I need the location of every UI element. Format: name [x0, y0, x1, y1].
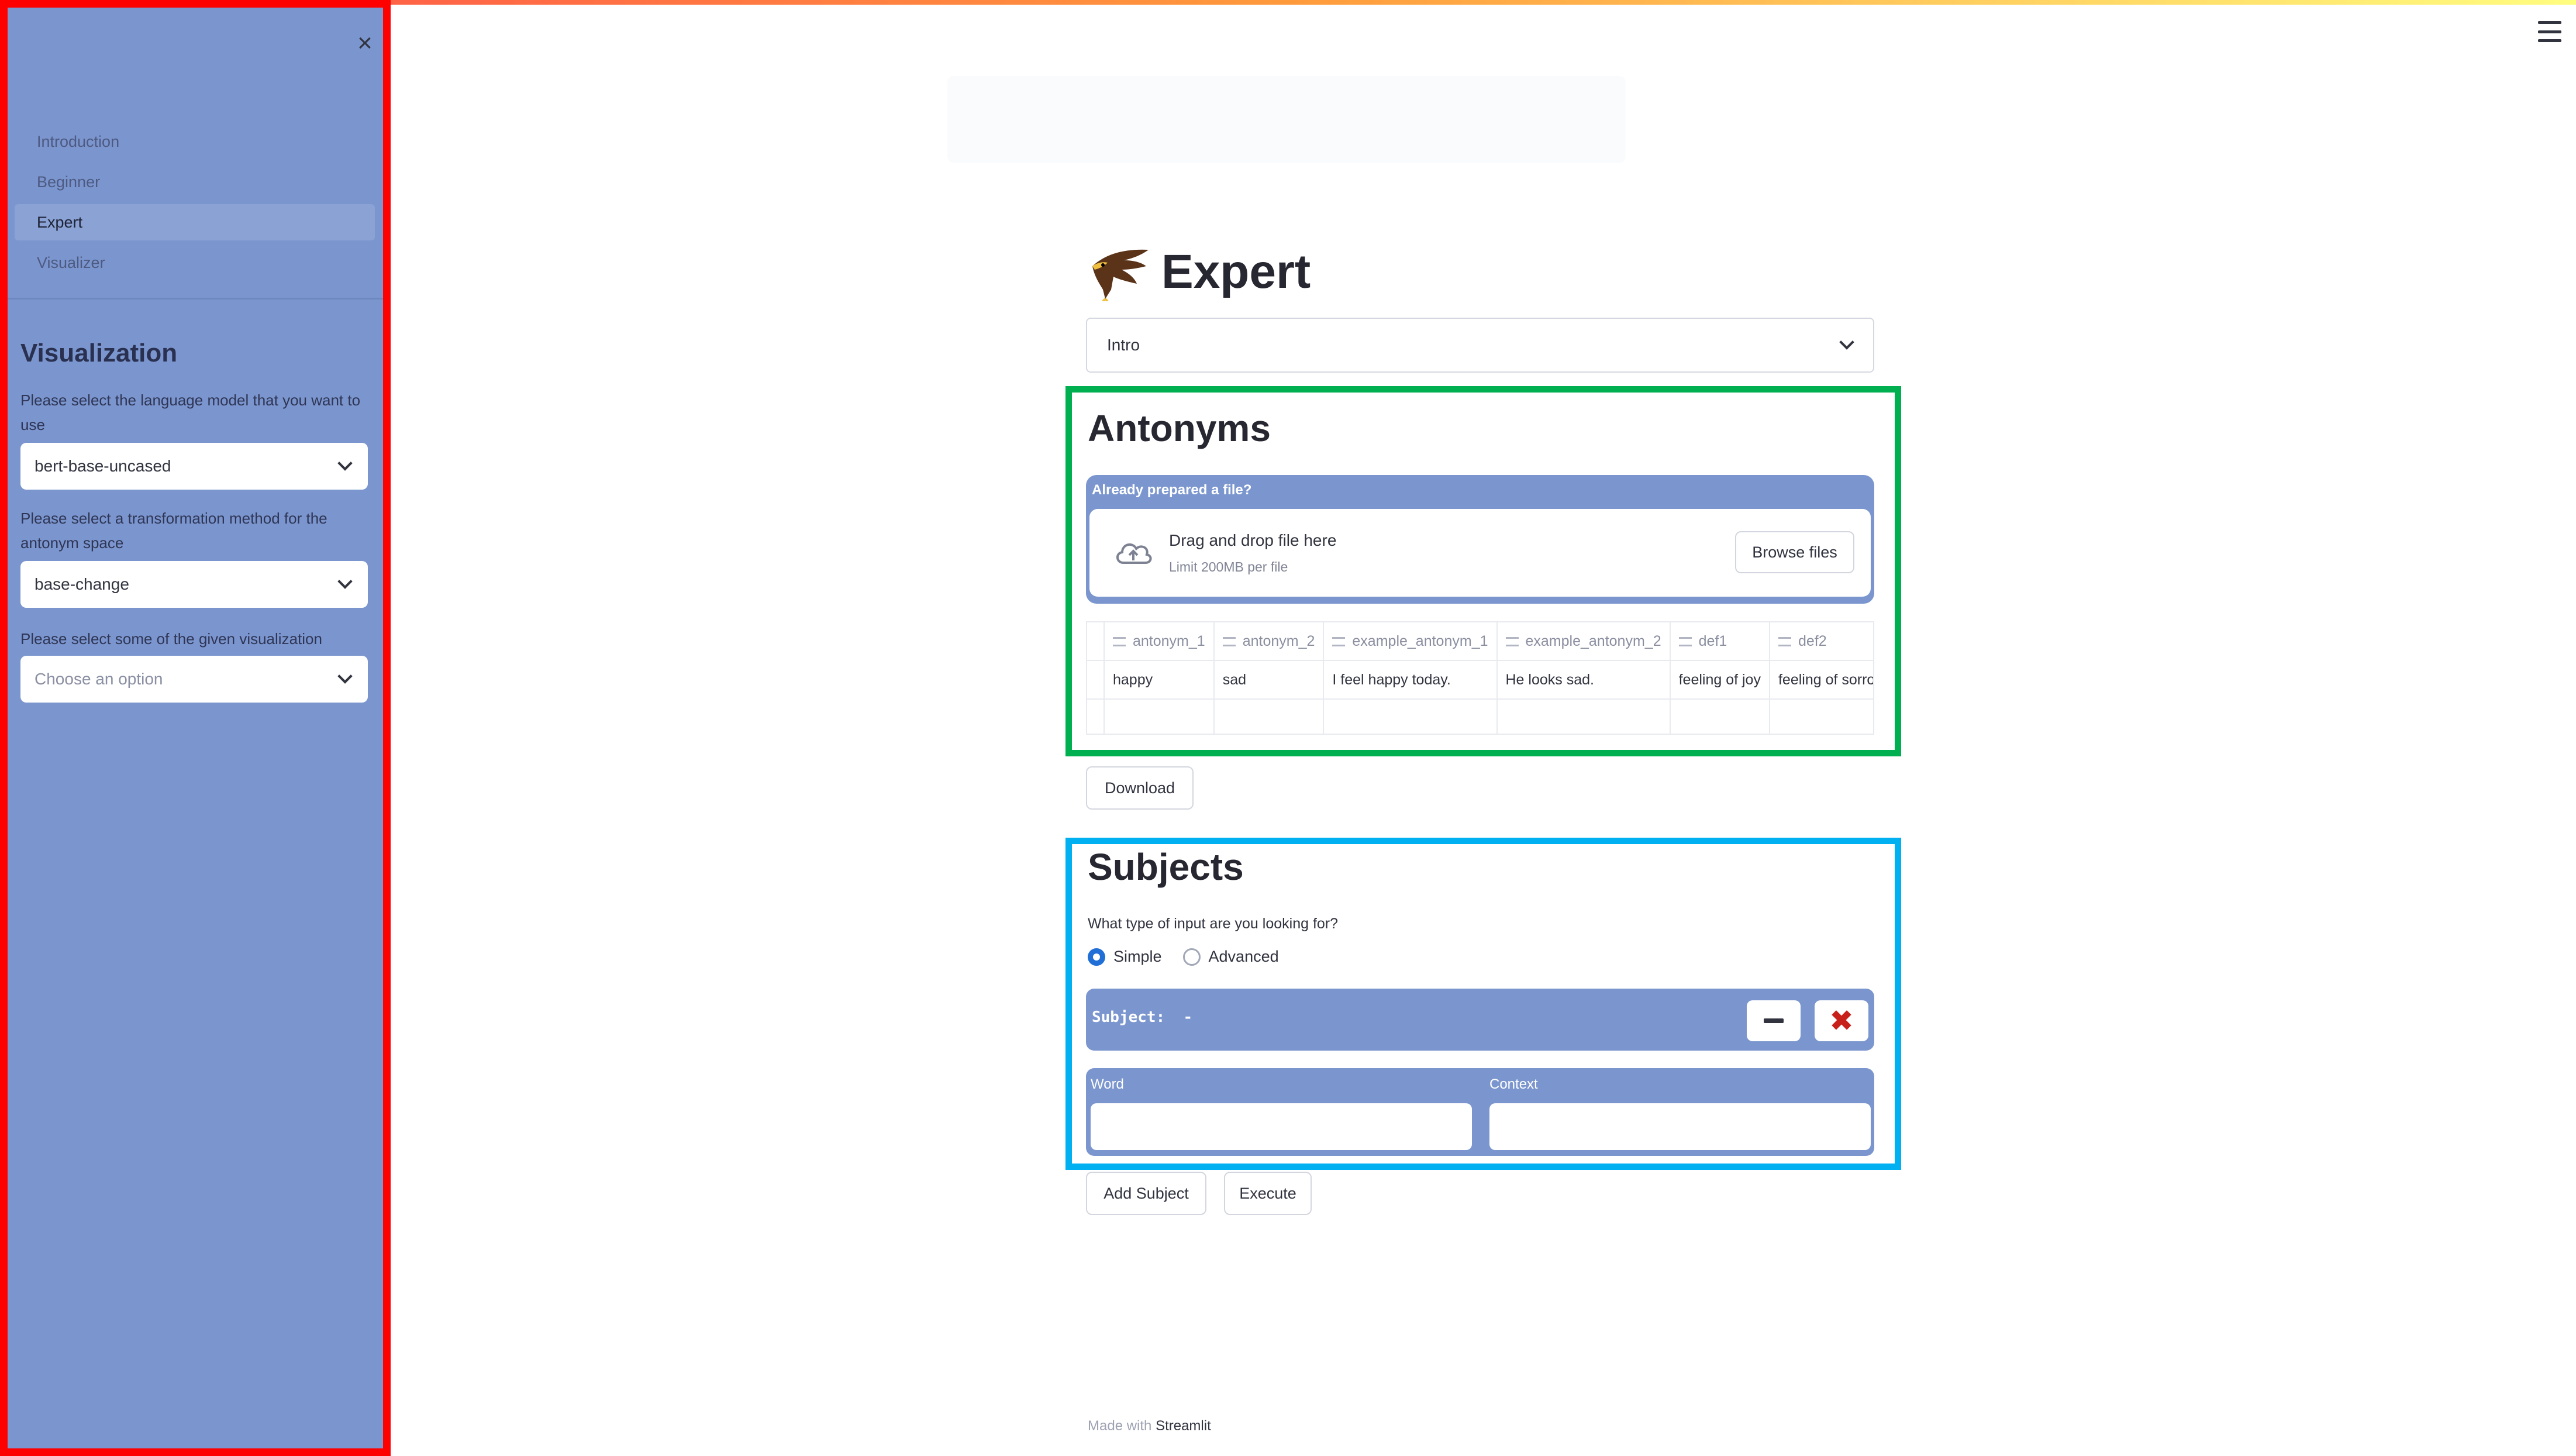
- table-row: happy sad I feel happy today. He looks s…: [1087, 660, 1873, 700]
- column-header[interactable]: example_antonym_2: [1496, 622, 1671, 661]
- text-column-icon: [1332, 636, 1346, 646]
- subjects-heading: Subjects: [1088, 846, 1244, 888]
- word-label: Word: [1091, 1076, 1124, 1092]
- model-select-value: bert-base-uncased: [35, 457, 171, 475]
- subject-fields-panel: Word Context: [1086, 1068, 1874, 1156]
- text-column-icon: [1505, 636, 1519, 646]
- model-select-label: Please select the language model that yo…: [20, 391, 361, 433]
- minus-icon: [1764, 1018, 1784, 1023]
- collapse-subject-button[interactable]: [1747, 1000, 1801, 1041]
- eagle-logo-icon: [1092, 249, 1149, 301]
- sidebar-item-visualizer[interactable]: Visualizer: [15, 245, 375, 281]
- transform-select-value: base-change: [35, 575, 129, 593]
- table-cell[interactable]: happy: [1104, 660, 1215, 700]
- file-limit-text: Limit 200MB per file: [1169, 559, 1288, 574]
- input-type-question: What type of input are you looking for?: [1088, 915, 1339, 932]
- subject-label: Subject: -: [1092, 1008, 1193, 1026]
- transform-select[interactable]: base-change: [20, 561, 368, 608]
- table-cell[interactable]: feeling of sorrow: [1769, 660, 1873, 700]
- antonyms-heading: Antonyms: [1088, 407, 1271, 449]
- page-section-select-value: Intro: [1107, 336, 1140, 354]
- radio-advanced[interactable]: Advanced: [1182, 948, 1279, 966]
- download-button[interactable]: Download: [1086, 766, 1194, 810]
- row-index-header: [1087, 622, 1105, 661]
- table-cell[interactable]: sad: [1213, 660, 1325, 700]
- table-row-new[interactable]: [1087, 699, 1873, 734]
- sidebar-nav: Introduction Beginner Expert Visualizer: [15, 123, 375, 285]
- model-select[interactable]: bert-base-uncased: [20, 443, 368, 490]
- chevron-down-icon: [337, 456, 353, 471]
- footer-made-with: Made with: [1088, 1418, 1152, 1434]
- table-cell[interactable]: I feel happy today.: [1323, 660, 1498, 700]
- table-cell[interactable]: feeling of joy: [1670, 660, 1770, 700]
- chevron-down-icon: [337, 669, 353, 684]
- column-header[interactable]: def2: [1769, 622, 1873, 661]
- cloud-upload-icon: [1116, 543, 1152, 564]
- hamburger-menu-icon[interactable]: [2538, 21, 2561, 42]
- file-uploader: Already prepared a file? Drag and drop f…: [1086, 475, 1874, 604]
- drag-drop-text: Drag and drop file here: [1169, 531, 1337, 549]
- word-input[interactable]: [1091, 1103, 1472, 1150]
- column-header[interactable]: def1: [1670, 622, 1770, 661]
- page-title: Expert: [1161, 245, 1311, 298]
- input-type-radio-group: Simple Advanced: [1088, 948, 1300, 966]
- radio-simple[interactable]: Simple: [1088, 948, 1162, 966]
- sidebar-item-beginner[interactable]: Beginner: [15, 164, 375, 200]
- transform-select-label: Please select a transformation method fo…: [20, 510, 327, 552]
- table-cell[interactable]: He looks sad.: [1496, 660, 1671, 700]
- chevron-down-icon: [1839, 335, 1854, 350]
- antonyms-data-grid[interactable]: antonym_1 antonym_2 example_antonym_1 ex…: [1086, 621, 1874, 735]
- close-icon: ✖: [1829, 1004, 1854, 1037]
- page-section-select[interactable]: Intro: [1086, 318, 1874, 373]
- visualization-options-multiselect[interactable]: Choose an option: [20, 656, 368, 703]
- column-header[interactable]: antonym_2: [1213, 622, 1325, 661]
- sidebar: × Introduction Beginner Expert Visualize…: [0, 0, 391, 1456]
- uploader-header: Already prepared a file?: [1092, 482, 1252, 498]
- sidebar-divider: [8, 298, 383, 300]
- delete-subject-button[interactable]: ✖: [1815, 1000, 1868, 1041]
- radio-advanced-label: Advanced: [1208, 948, 1279, 965]
- context-label: Context: [1489, 1076, 1538, 1092]
- text-column-icon: [1678, 636, 1692, 646]
- add-subject-button[interactable]: Add Subject: [1086, 1172, 1206, 1215]
- row-index-cell: [1087, 660, 1105, 700]
- options-placeholder: Choose an option: [35, 670, 163, 688]
- column-header[interactable]: antonym_1: [1104, 622, 1215, 661]
- dropzone[interactable]: Drag and drop file here Limit 200MB per …: [1089, 509, 1871, 597]
- browse-files-button[interactable]: Browse files: [1735, 531, 1854, 573]
- close-icon[interactable]: ×: [351, 30, 378, 57]
- sidebar-item-introduction[interactable]: Introduction: [15, 123, 375, 160]
- sidebar-section-title: Visualization: [20, 339, 178, 367]
- chevron-down-icon: [337, 574, 353, 589]
- grid-header-row: antonym_1 antonym_2 example_antonym_1 ex…: [1087, 622, 1873, 661]
- faded-header-placeholder: [947, 76, 1626, 163]
- footer: Made with Streamlit: [1088, 1418, 1211, 1434]
- subject-header-bar: Subject: - ✖: [1086, 989, 1874, 1051]
- sidebar-item-expert[interactable]: Expert: [15, 204, 375, 240]
- page-title-row: Expert: [1088, 237, 1311, 307]
- radio-selected-icon: [1088, 948, 1105, 966]
- column-header[interactable]: example_antonym_1: [1323, 622, 1498, 661]
- text-column-icon: [1113, 636, 1126, 646]
- radio-simple-label: Simple: [1113, 948, 1162, 965]
- footer-brand-link[interactable]: Streamlit: [1156, 1418, 1211, 1434]
- text-column-icon: [1778, 636, 1791, 646]
- radio-unselected-icon: [1182, 948, 1201, 966]
- context-input[interactable]: [1489, 1103, 1871, 1150]
- text-column-icon: [1222, 636, 1236, 646]
- execute-button[interactable]: Execute: [1224, 1172, 1312, 1215]
